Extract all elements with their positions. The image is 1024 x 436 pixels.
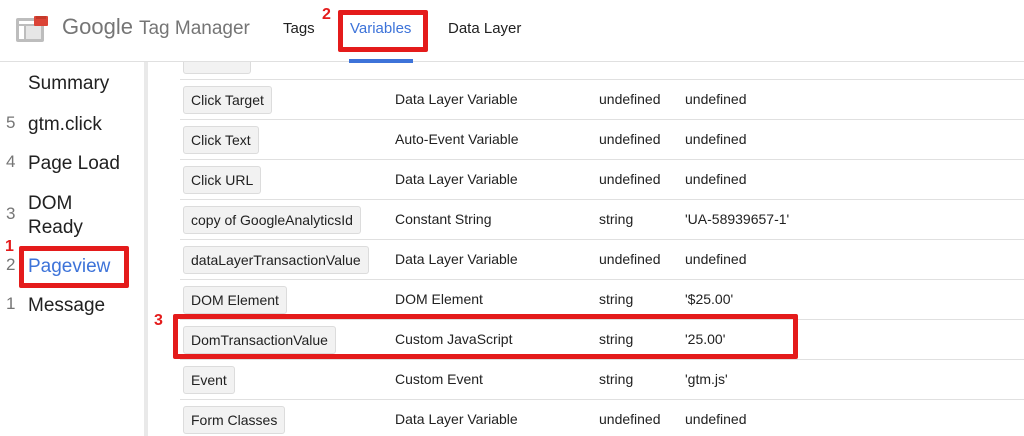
variable-name-chip[interactable]: Click URL bbox=[183, 166, 262, 194]
variable-value: '$25.00' bbox=[685, 291, 734, 307]
variable-name-chip[interactable]: copy of GoogleAnalyticsId bbox=[183, 206, 361, 234]
table-row: Event Custom Event string 'gtm.js' bbox=[180, 360, 1024, 400]
tab-data-layer[interactable]: Data Layer bbox=[448, 20, 521, 37]
annotation-box-dom-transaction-row bbox=[173, 314, 798, 359]
variable-value: 'gtm.js' bbox=[685, 371, 728, 387]
value-type: undefined bbox=[599, 251, 661, 267]
table-row: dataLayerTransactionValue Data Layer Var… bbox=[180, 240, 1024, 280]
table-row: Click Target Data Layer Variable undefin… bbox=[180, 80, 1024, 120]
variable-name-chip[interactable]: Form Classes bbox=[183, 406, 286, 434]
value-type: undefined bbox=[599, 131, 661, 147]
variable-type: Data Layer Variable bbox=[395, 411, 518, 427]
variable-value: undefined bbox=[685, 171, 747, 187]
table-row: Click URL Data Layer Variable undefined … bbox=[180, 160, 1024, 200]
variable-value: undefined bbox=[685, 131, 747, 147]
variable-type: Data Layer Variable bbox=[395, 251, 518, 267]
sidebar-divider bbox=[144, 62, 148, 436]
annotation-number: 3 bbox=[154, 312, 163, 329]
variable-type: DOM Element bbox=[395, 291, 483, 307]
tab-tags[interactable]: Tags bbox=[283, 20, 315, 37]
sidebar-item-number: 1 bbox=[6, 294, 16, 313]
brand-product: Tag Manager bbox=[138, 18, 250, 39]
annotation-number: 1 bbox=[5, 238, 14, 255]
tag-manager-logo-icon bbox=[16, 16, 48, 42]
sidebar-item-label: Message bbox=[28, 295, 106, 316]
annotation-box-pageview bbox=[19, 246, 129, 288]
value-type: string bbox=[599, 371, 634, 387]
app-header: Google Tag Manager Tags Variables Data La… bbox=[0, 0, 1024, 63]
brand-logo-text: Google Tag Manager bbox=[62, 14, 250, 40]
variables-table: Click Target Data Layer Variable undefin… bbox=[180, 62, 1024, 436]
sidebar-item-number: 3 bbox=[6, 204, 16, 223]
variable-type: Custom Event bbox=[395, 371, 483, 387]
sidebar-item-label: Summary bbox=[28, 73, 110, 94]
annotation-number: 2 bbox=[322, 6, 331, 23]
annotation-box-variables-tab bbox=[338, 10, 428, 52]
variable-name-chip[interactable]: Click Target bbox=[183, 86, 272, 114]
variable-name-chip[interactable]: Event bbox=[183, 366, 235, 394]
variable-name-chip[interactable]: DOM Element bbox=[183, 286, 287, 314]
table-row bbox=[180, 62, 1024, 80]
variable-value: undefined bbox=[685, 411, 747, 427]
variable-type: Constant String bbox=[395, 211, 492, 227]
table-row: Click Text Auto-Event Variable undefined… bbox=[180, 120, 1024, 160]
sidebar-item-label: Page Load bbox=[28, 153, 120, 174]
sidebar-item-number: 2 bbox=[6, 255, 16, 274]
table-row: copy of GoogleAnalyticsId Constant Strin… bbox=[180, 200, 1024, 240]
variable-type: Data Layer Variable bbox=[395, 91, 518, 107]
value-type: string bbox=[599, 211, 634, 227]
variable-type: Auto-Event Variable bbox=[395, 131, 519, 147]
sidebar-item-label: DOM Ready bbox=[28, 193, 83, 238]
value-type: string bbox=[599, 291, 634, 307]
sidebar-item-number: 4 bbox=[6, 152, 16, 171]
value-type: undefined bbox=[599, 91, 661, 107]
variable-value: 'UA-58939657-1' bbox=[685, 211, 790, 227]
sidebar-item-number: 5 bbox=[6, 113, 16, 132]
variable-name-chip[interactable] bbox=[183, 62, 251, 74]
table-row: Form Classes Data Layer Variable undefin… bbox=[180, 400, 1024, 436]
variable-name-chip[interactable]: Click Text bbox=[183, 126, 259, 154]
variable-name-chip[interactable]: dataLayerTransactionValue bbox=[183, 246, 369, 274]
value-type: undefined bbox=[599, 171, 661, 187]
variable-value: undefined bbox=[685, 91, 747, 107]
sidebar-item-label: gtm.click bbox=[28, 114, 102, 135]
variable-type: Data Layer Variable bbox=[395, 171, 518, 187]
value-type: undefined bbox=[599, 411, 661, 427]
brand-google: Google bbox=[62, 14, 133, 39]
variable-value: undefined bbox=[685, 251, 747, 267]
